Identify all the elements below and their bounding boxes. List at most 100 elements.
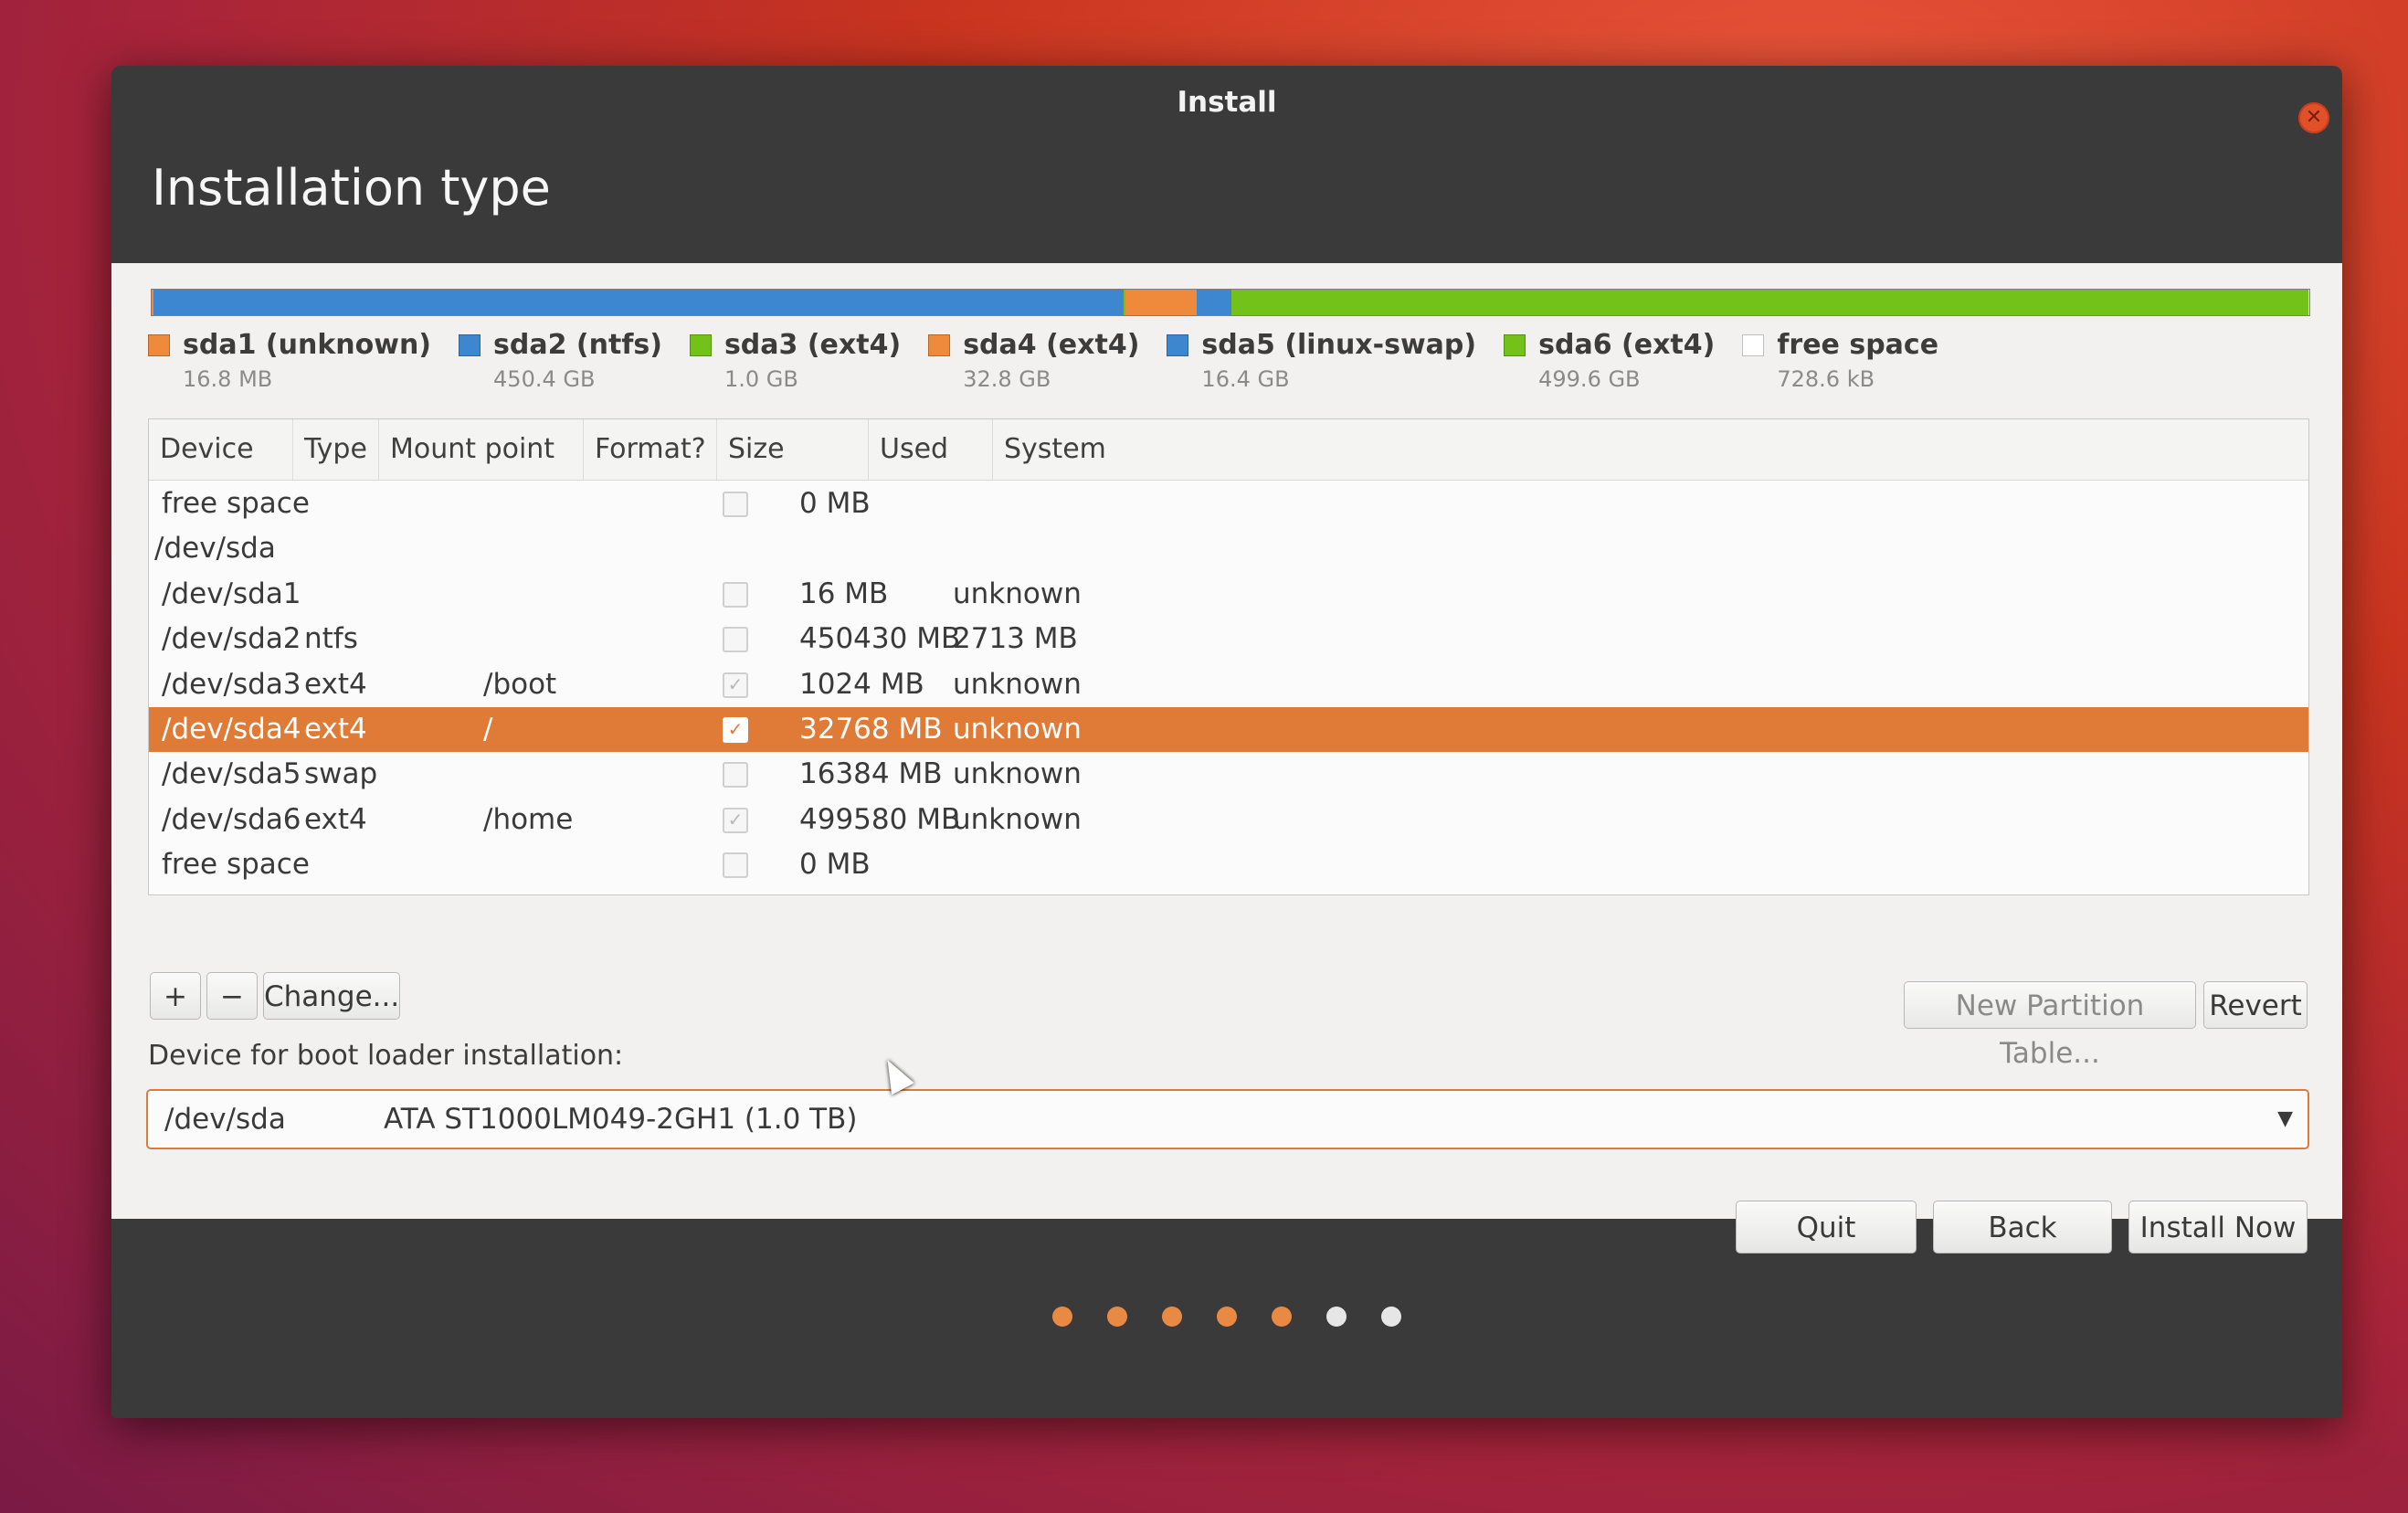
legend-name: sda3 (ext4): [723, 329, 902, 361]
partition-bar: [151, 289, 2310, 316]
legend-name: sda2 (ntfs): [493, 329, 662, 361]
back-button[interactable]: Back: [1933, 1201, 2112, 1254]
partition-bar-segment-sda4: [1125, 290, 1198, 315]
dropdown-arrow-icon: ▼: [2277, 1107, 2293, 1130]
format-checkbox[interactable]: ✓: [723, 672, 748, 698]
legend-name: sda6 (ext4): [1538, 329, 1716, 361]
column-header-type[interactable]: Type: [293, 419, 379, 480]
cell-device: /dev/sda4: [162, 713, 301, 746]
cell-device: free space: [162, 848, 310, 882]
table-row[interactable]: /dev/sda3 ext4/boot 1024 MB unknown ✓: [149, 662, 2308, 707]
partition-bar-segment-sda6: [1231, 290, 2308, 315]
legend-item: sda1 (unknown) 16.8 MB: [148, 329, 431, 402]
step-dot: [1162, 1307, 1182, 1327]
cell-used: unknown: [953, 802, 1082, 836]
step-dot: [1107, 1307, 1127, 1327]
cell-type: ext4: [304, 667, 367, 701]
legend-swatch: [1167, 334, 1189, 356]
format-checkbox[interactable]: ✓: [723, 807, 748, 833]
step-dot: [1052, 1307, 1072, 1327]
legend-swatch: [689, 334, 712, 356]
boot-loader-disk: ATA ST1000LM049-2GH1 (1.0 TB): [384, 1103, 858, 1136]
format-checkbox[interactable]: [723, 852, 748, 879]
add-partition-button[interactable]: +: [150, 972, 201, 1020]
column-header-system[interactable]: System: [993, 419, 2308, 480]
legend-size: 16.4 GB: [1201, 366, 1290, 392]
cell-used: unknown: [953, 667, 1082, 701]
legend-item: sda5 (linux-swap) 16.4 GB: [1167, 329, 1476, 402]
revert-button[interactable]: Revert: [2203, 981, 2308, 1029]
cell-mount: /home: [483, 802, 574, 836]
cell-size: 32768 MB: [799, 713, 943, 746]
table-row[interactable]: /dev/sda4 ext4 / 32768 MB unknown ✓: [149, 707, 2308, 752]
format-checkbox[interactable]: [723, 492, 748, 517]
table-row[interactable]: /dev/sda2 ntfs 450430 MB 2713 MB: [149, 617, 2308, 661]
legend-item: sda6 (ext4) 499.6 GB: [1504, 329, 1715, 402]
boot-loader-device: /dev/sda: [164, 1103, 286, 1136]
column-header-device[interactable]: Device: [149, 419, 293, 480]
legend-size: 728.6 kB: [1777, 366, 1875, 392]
cell-device: /dev/sda6: [162, 802, 301, 836]
table-row[interactable]: free space 0 MB: [149, 842, 2308, 887]
column-header-mount-point[interactable]: Mount point: [379, 419, 584, 480]
step-dot: [1326, 1307, 1347, 1327]
column-header-format[interactable]: Format?: [584, 419, 717, 480]
format-checkbox[interactable]: [723, 627, 748, 653]
table-row[interactable]: /dev/sda: [149, 526, 2308, 571]
table-row[interactable]: /dev/sda6 ext4/home 499580 MB unknown ✓: [149, 798, 2308, 842]
legend-item: sda2 (ntfs) 450.4 GB: [459, 329, 662, 402]
cell-size: 499580 MB: [799, 802, 961, 836]
table-header: Device Type Mount point Format? Size Use…: [149, 419, 2308, 481]
cell-type: ext4: [304, 802, 367, 836]
change-partition-button[interactable]: Change...: [263, 972, 400, 1020]
column-header-size[interactable]: Size: [717, 419, 869, 480]
legend-swatch: [1504, 334, 1526, 356]
cell-device: /dev/sda2: [162, 622, 301, 656]
format-checkbox[interactable]: ✓: [723, 717, 748, 743]
format-checkbox[interactable]: [723, 581, 748, 608]
partition-table: Device Type Mount point Format? Size Use…: [148, 418, 2309, 895]
cell-used: 2713 MB: [953, 622, 1078, 656]
new-partition-table-button[interactable]: New Partition Table...: [1904, 981, 2196, 1070]
partition-legend: sda1 (unknown) 16.8 MB sda2 (ntfs) 450.4 GB…: [148, 329, 2313, 402]
boot-loader-select[interactable]: /dev/sda ATA ST1000LM049-2GH1 (1.0 TB) ▼: [146, 1089, 2309, 1149]
legend-swatch: [459, 334, 481, 356]
format-checkbox[interactable]: [723, 762, 748, 788]
legend-item: free space 728.6 kB: [1742, 329, 1938, 402]
window-title: Install: [1177, 86, 1277, 119]
step-dot: [1381, 1307, 1401, 1327]
cell-size: 16 MB: [799, 577, 889, 610]
partition-bar-segment-sda5: [1197, 290, 1231, 315]
cell-mount: /boot: [483, 667, 557, 701]
step-dot: [1272, 1307, 1292, 1327]
quit-button[interactable]: Quit: [1736, 1201, 1917, 1254]
cell-device: /dev/sda1: [162, 577, 301, 610]
cell-mount: /: [483, 713, 493, 746]
cell-device: /dev/sda: [154, 532, 276, 566]
legend-size: 32.8 GB: [963, 366, 1051, 392]
legend-size: 16.8 MB: [183, 366, 273, 392]
table-row[interactable]: /dev/sda5 swap 16384 MB unknown: [149, 752, 2308, 797]
remove-partition-button[interactable]: −: [206, 972, 258, 1020]
cell-used: unknown: [953, 713, 1082, 746]
column-header-used[interactable]: Used: [869, 419, 993, 480]
close-icon[interactable]: ✕: [2298, 102, 2329, 133]
window-titlebar[interactable]: Install: [111, 66, 2342, 139]
legend-item: sda4 (ext4) 32.8 GB: [928, 329, 1139, 402]
table-row[interactable]: free space 0 MB: [149, 481, 2308, 526]
legend-size: 1.0 GB: [723, 366, 798, 392]
install-now-button[interactable]: Install Now: [2128, 1201, 2308, 1254]
cell-size: 16384 MB: [799, 757, 943, 791]
legend-size: 499.6 GB: [1538, 366, 1641, 392]
legend-name: sda5 (linux-swap): [1201, 329, 1477, 361]
cell-used: unknown: [953, 577, 1082, 610]
cell-used: unknown: [953, 757, 1082, 791]
table-row[interactable]: /dev/sda1 16 MB unknown: [149, 572, 2308, 617]
cell-device: /dev/sda3: [162, 667, 301, 701]
cell-device: /dev/sda5: [162, 757, 301, 791]
cell-size: 1024 MB: [799, 667, 924, 701]
boot-loader-label: Device for boot loader installation:: [148, 1040, 624, 1072]
step-dot: [1217, 1307, 1237, 1327]
legend-swatch: [1742, 334, 1765, 356]
legend-name: free space: [1777, 329, 1939, 361]
